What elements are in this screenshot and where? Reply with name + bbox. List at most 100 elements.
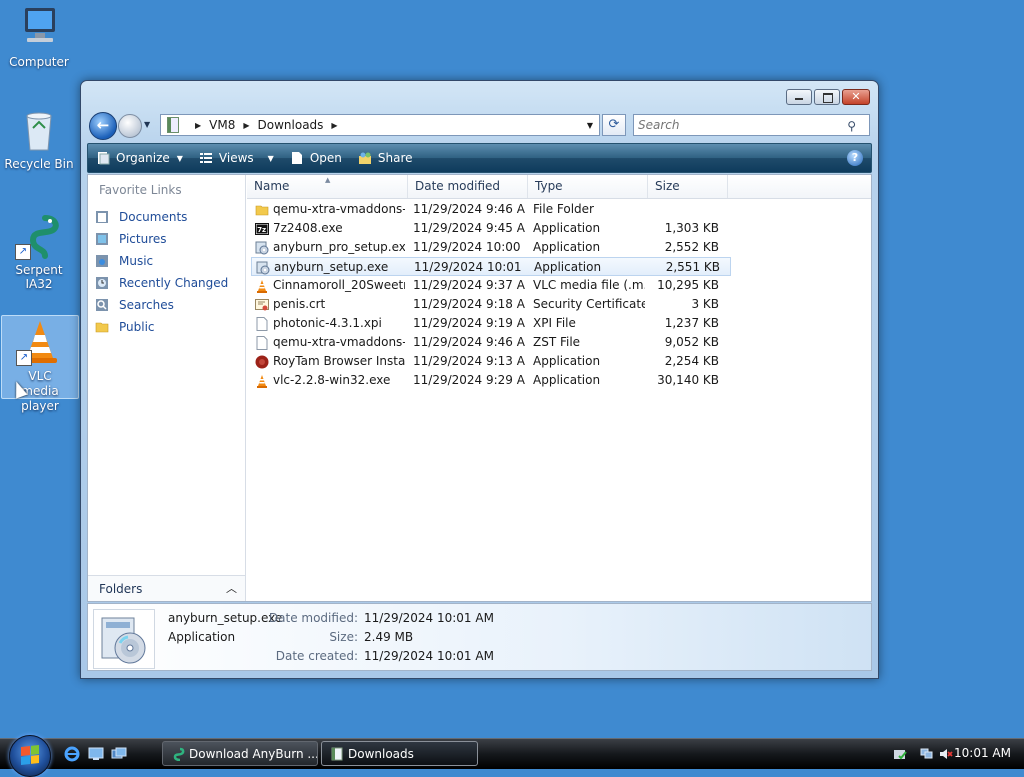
file-type: Application (533, 354, 601, 368)
views-label: Views (218, 151, 254, 165)
nav-link-searches[interactable]: Searches (94, 294, 228, 316)
refresh-button[interactable]: ⟳ (602, 114, 626, 136)
address-bar[interactable]: ▶ VM8 ▶ Downloads ▶ ▼ (160, 114, 600, 136)
file-row[interactable]: qemu-xtra-vmaddons-... 11/29/2024 9:46 A… (247, 200, 871, 219)
show-desktop-icon[interactable] (88, 746, 104, 762)
nav-link-recently-changed[interactable]: Recently Changed (94, 272, 228, 294)
file-row[interactable]: vlc-2.2.8-win32.exe 11/29/2024 9:29 AM A… (247, 371, 871, 390)
column-header-name[interactable]: ▲ Name (247, 175, 408, 198)
windows-logo-icon (21, 745, 39, 765)
forward-button[interactable] (118, 114, 142, 138)
details-pane: anyburn_setup.exe Application Date modif… (87, 603, 872, 671)
navigation-pane: Favorite Links Documents Pictures Music … (88, 175, 246, 601)
details-size-label: Size: (329, 630, 358, 644)
details-size-value: 2.49 MB (364, 630, 414, 644)
details-modified-label: Date modified: (268, 611, 358, 625)
file-row[interactable]: Cinnamoroll_20Sweetn... 11/29/2024 9:37 … (247, 276, 871, 295)
vlc-icon (257, 279, 267, 293)
search-icon[interactable]: ⚲ (847, 119, 856, 133)
column-header-size[interactable]: Size (648, 175, 728, 198)
breadcrumb-vm8[interactable]: VM8 (209, 118, 235, 132)
file-size: 2,254 KB (664, 354, 719, 368)
file-row[interactable]: RoyTam Browser Instal... 11/29/2024 9:13… (247, 352, 871, 371)
details-created-label: Date created: (275, 649, 358, 663)
svg-text:7z: 7z (257, 226, 266, 234)
file-size: 1,303 KB (664, 221, 719, 235)
recent-pages-dropdown-icon[interactable]: ▼ (144, 120, 150, 129)
maximize-button[interactable] (814, 89, 840, 105)
volume-muted-icon[interactable] (939, 747, 953, 761)
file-row[interactable]: penis.crt 11/29/2024 9:18 AM Security Ce… (247, 295, 871, 314)
searches-icon (96, 299, 108, 311)
desktop-icon-label: Serpent IA32 (15, 263, 63, 291)
column-header-type[interactable]: Type (528, 175, 648, 198)
breadcrumb-separator-icon[interactable]: ▶ (195, 121, 201, 130)
nav-link-documents[interactable]: Documents (94, 206, 228, 228)
breadcrumb-downloads[interactable]: Downloads (258, 118, 324, 132)
blank-file-icon (256, 316, 268, 331)
file-row[interactable]: qemu-xtra-vmaddons-... 11/29/2024 9:46 A… (247, 333, 871, 352)
system-clock[interactable]: 10:01 AM (954, 746, 1011, 760)
open-label: Open (309, 151, 342, 165)
organize-button[interactable]: Organize ▼ (88, 144, 191, 172)
shortcut-arrow-icon: ↗ (16, 350, 32, 366)
file-date: 11/29/2024 9:18 AM (413, 297, 525, 311)
address-dropdown-icon[interactable]: ▼ (587, 121, 593, 130)
folders-label: Folders (99, 582, 143, 596)
file-type: File Folder (533, 202, 594, 216)
nav-link-public[interactable]: Public (94, 316, 228, 338)
nav-link-label: Music (119, 254, 154, 268)
installer-icon (256, 261, 270, 274)
serpent-browser-icon (173, 747, 185, 761)
file-row[interactable]: anyburn_pro_setup.exe 11/29/2024 10:00 .… (247, 238, 871, 257)
desktop-icon-serpent[interactable]: ↗ Serpent IA32 (1, 212, 77, 291)
folders-toggle[interactable]: Folders ︿ (88, 575, 245, 601)
file-row[interactable]: 7z 7z2408.exe 11/29/2024 9:45 AM Applicat… (247, 219, 871, 238)
file-row-selected[interactable]: anyburn_setup.exe 11/29/2024 10:01 ... A… (251, 257, 731, 276)
documents-icon (96, 211, 108, 223)
desktop-icon-recycle-bin[interactable]: Recycle Bin (1, 106, 77, 171)
organize-label: Organize (116, 151, 170, 165)
file-size: 30,140 KB (657, 373, 719, 387)
nav-link-music[interactable]: Music (94, 250, 228, 272)
breadcrumb-separator-icon[interactable]: ▶ (331, 121, 337, 130)
navigation-bar: ← ▼ ▶ VM8 ▶ Downloads ▶ ▼ ⟳ ⚲ (89, 111, 870, 140)
folder-icon (255, 205, 269, 215)
share-button[interactable]: Share (350, 144, 421, 172)
breadcrumb-separator-icon[interactable]: ▶ (243, 121, 249, 130)
file-size: 1,237 KB (664, 316, 719, 330)
refresh-icon: ⟳ (608, 117, 620, 132)
start-button[interactable] (9, 735, 51, 777)
file-date: 11/29/2024 9:13 AM (413, 354, 525, 368)
file-date: 11/29/2024 9:29 AM (413, 373, 525, 387)
network-icon[interactable] (920, 747, 934, 761)
search-input[interactable] (633, 114, 870, 136)
open-button[interactable]: Open (282, 144, 350, 172)
back-button[interactable]: ← (89, 112, 117, 140)
explorer-window: ✕ ← ▼ ▶ VM8 ▶ Downloads ▶ ▼ ⟳ ⚲ Organize… (80, 80, 879, 679)
favorite-links-title: Favorite Links (99, 183, 182, 197)
switch-windows-icon[interactable] (111, 746, 127, 762)
file-size: 2,551 KB (665, 260, 720, 274)
nav-link-pictures[interactable]: Pictures (94, 228, 228, 250)
minimize-button[interactable] (786, 89, 812, 105)
explorer-folder-icon (331, 747, 343, 761)
desktop-icon-computer[interactable]: Computer (1, 4, 77, 69)
help-icon[interactable]: ? (847, 150, 863, 166)
chevron-up-icon: ︿ (226, 582, 237, 595)
installer-icon (255, 241, 269, 254)
file-row[interactable]: photonic-4.3.1.xpi 11/29/2024 9:19 AM XP… (247, 314, 871, 333)
close-button[interactable]: ✕ (842, 89, 870, 105)
file-name: Cinnamoroll_20Sweetn... (273, 278, 405, 292)
file-name: penis.crt (273, 297, 326, 311)
file-name: RoyTam Browser Instal... (273, 354, 405, 368)
internet-explorer-icon[interactable] (64, 746, 80, 762)
column-header-date-modified[interactable]: Date modified (408, 175, 528, 198)
pictures-icon (96, 233, 108, 245)
taskbar-button-download-anyburn[interactable]: Download AnyBurn ... (162, 741, 318, 766)
security-shield-icon[interactable] (893, 747, 907, 761)
taskbar: Download AnyBurn ... Downloads 10:01 AM (0, 735, 1024, 777)
file-name: anyburn_pro_setup.exe (273, 240, 405, 254)
taskbar-button-downloads[interactable]: Downloads (321, 741, 478, 766)
views-button[interactable]: Views ▼ (191, 144, 282, 172)
